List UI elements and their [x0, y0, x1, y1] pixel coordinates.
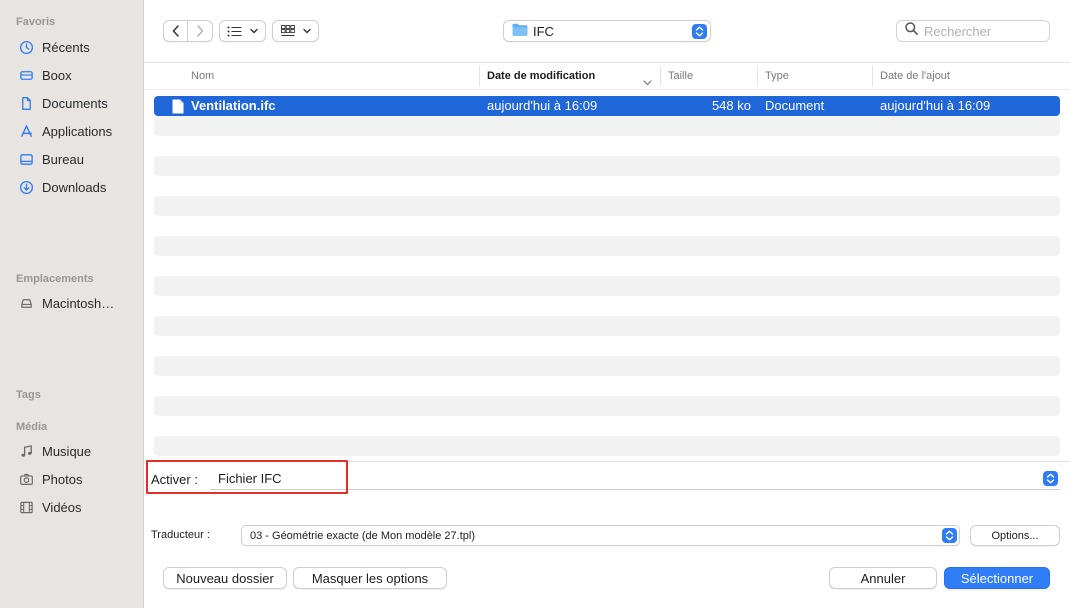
translator-value: 03 - Géométrie exacte (de Mon modèle 27.… [250, 529, 476, 542]
folder-icon [512, 23, 528, 39]
translator-popup[interactable]: 03 - Géométrie exacte (de Mon modèle 27.… [241, 525, 960, 546]
document-icon [18, 95, 34, 111]
select-button[interactable]: Sélectionner [944, 567, 1050, 589]
empty-row [154, 316, 1060, 336]
sidebar-item-label: Récents [42, 39, 90, 55]
sidebar-item-macintosh[interactable]: Macintosh… [8, 290, 136, 316]
group-view-button[interactable] [272, 20, 319, 42]
sidebar-item-videos[interactable]: Vidéos [8, 494, 136, 520]
file-size: 548 ko [711, 98, 751, 113]
sidebar-section-locations: Emplacements [16, 273, 94, 285]
path-popup[interactable]: IFC [503, 20, 711, 42]
chevron-down-icon [302, 28, 311, 34]
sidebar-item-documents[interactable]: Documents [8, 90, 136, 116]
clock-icon [18, 39, 34, 55]
list-view-icon [227, 26, 242, 37]
translator-label: Traducteur : [151, 529, 210, 541]
sidebar-item-label: Documents [42, 95, 108, 111]
empty-row [154, 436, 1060, 456]
sidebar-item-label: Vidéos [42, 499, 82, 515]
file-added: aujourd'hui à 16:09 [880, 98, 991, 113]
grid-view-icon [280, 25, 295, 37]
sidebar-item-label: Applications [42, 123, 113, 139]
empty-row [154, 236, 1060, 256]
sidebar-item-label: Boox [42, 67, 72, 83]
hide-options-button[interactable]: Masquer les options [293, 567, 447, 589]
empty-row [154, 196, 1060, 216]
column-separator[interactable] [757, 66, 758, 86]
sidebar-item-label: Bureau [42, 151, 84, 167]
updown-chevron-icon [1043, 471, 1058, 486]
column-separator[interactable] [872, 66, 873, 86]
search-icon [905, 22, 918, 40]
sidebar-item-label: Musique [42, 443, 92, 459]
camera-icon [18, 471, 34, 487]
list-view-button[interactable] [219, 20, 266, 42]
back-button[interactable] [163, 20, 188, 42]
column-header-date[interactable]: Date de modification [487, 63, 595, 89]
sidebar-item-music[interactable]: Musique [8, 438, 136, 464]
column-header-size[interactable]: Taille [668, 63, 693, 89]
table-row[interactable]: Ventilation.ifc aujourd'hui à 16:09 548 … [154, 96, 1060, 116]
sidebar-item-label: Downloads [42, 179, 107, 195]
sidebar-section-favorites: Favoris [16, 16, 56, 28]
empty-row [154, 356, 1060, 376]
desktop-icon [18, 151, 34, 167]
box-icon [18, 67, 34, 83]
file-name: Ventilation.ifc [191, 98, 276, 113]
empty-row [154, 396, 1060, 416]
updown-chevron-icon [942, 528, 957, 543]
empty-row [154, 276, 1060, 296]
sidebar-section-media: Média [16, 421, 48, 433]
forward-button[interactable] [188, 20, 213, 42]
music-icon [18, 443, 34, 459]
cancel-button[interactable]: Annuler [829, 567, 937, 589]
search-field[interactable] [896, 20, 1050, 42]
sidebar-item-photos[interactable]: Photos [8, 466, 136, 492]
chevron-down-icon [250, 28, 258, 34]
header-divider [144, 89, 1070, 90]
column-header-type[interactable]: Type [765, 63, 789, 89]
highlight-box [146, 460, 348, 494]
path-label: IFC [533, 23, 554, 39]
sidebar-item-recents[interactable]: Récents [8, 34, 136, 60]
empty-row [154, 116, 1060, 136]
sidebar-section-tags: Tags [16, 389, 41, 401]
column-separator[interactable] [479, 66, 480, 86]
updown-chevron-icon [692, 24, 707, 39]
applications-icon [18, 123, 34, 139]
empty-row [154, 156, 1060, 176]
chevron-left-icon [172, 25, 180, 37]
sidebar-item-box[interactable]: Boox [8, 62, 136, 88]
column-header-added[interactable]: Date de l'ajout [880, 63, 950, 89]
options-button[interactable]: Options... [970, 525, 1060, 546]
column-separator[interactable] [660, 66, 661, 86]
sidebar-item-downloads[interactable]: Downloads [8, 174, 136, 200]
column-header-name[interactable]: Nom [191, 63, 214, 89]
new-folder-button[interactable]: Nouveau dossier [163, 567, 287, 589]
file-type: Document [765, 98, 825, 113]
download-icon [18, 179, 34, 195]
sidebar-item-desktop[interactable]: Bureau [8, 146, 136, 172]
sidebar-item-applications[interactable]: Applications [8, 118, 136, 144]
film-icon [18, 499, 34, 515]
column-header-label: Date de modification [487, 70, 596, 82]
chevron-right-icon [196, 25, 204, 37]
sidebar-item-label: Photos [42, 471, 83, 487]
sidebar: Favoris Récents Boox Documents Applicati… [0, 0, 144, 608]
file-date: aujourd'hui à 16:09 [487, 98, 598, 113]
open-file-dialog: Favoris Récents Boox Documents Applicati… [0, 0, 1070, 608]
disk-icon [18, 295, 34, 311]
search-input[interactable] [924, 23, 1044, 39]
sidebar-item-label: Macintosh… [42, 295, 115, 311]
